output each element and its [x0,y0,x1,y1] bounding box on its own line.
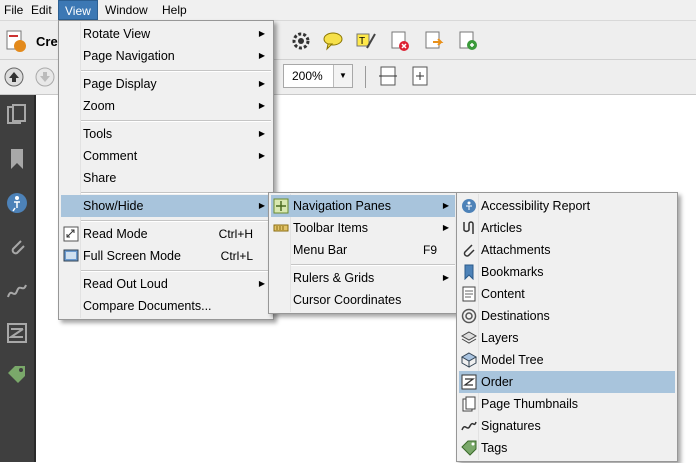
page-thumbnails-icon[interactable] [5,103,29,127]
send-document-icon[interactable] [457,30,479,52]
menu-item-page-navigation[interactable]: Page Navigation ▶ [61,45,271,67]
menu-item-order[interactable]: Order [459,371,675,393]
previous-page-icon[interactable] [3,66,25,88]
settings-icon[interactable] [290,30,312,52]
accessibility-icon [461,198,477,214]
menu-item-cursor-coordinates[interactable]: Cursor Coordinates [271,289,455,311]
menu-item-page-display[interactable]: Page Display ▶ [61,73,271,95]
menu-item-articles[interactable]: Articles [459,217,675,239]
highlight-text-icon[interactable]: T [355,30,377,52]
submenu-arrow-icon: ▶ [258,129,265,138]
submenu-arrow-icon: ▶ [258,151,265,160]
zoom-select[interactable]: 200% ▼ [283,64,353,88]
submenu-arrow-icon: ▶ [442,273,449,282]
submenu-arrow-icon: ▶ [258,51,265,60]
menu-item-show-hide[interactable]: Show/Hide ▶ [61,195,271,217]
menu-item-zoom[interactable]: Zoom ▶ [61,95,271,117]
show-hide-submenu: Navigation Panes ▶ Toolbar Items ▶ Menu Ba… [268,192,458,314]
menu-item-comment[interactable]: Comment ▶ [61,145,271,167]
paperclip-icon [461,242,477,258]
menu-item-content[interactable]: Content [459,283,675,305]
articles-icon [461,220,477,236]
sign-document-icon[interactable] [389,30,411,52]
submenu-arrow-icon: ▶ [258,279,265,288]
navigation-panes-submenu: Accessibility Report Articles Attachment… [456,192,678,462]
menu-item-menu-bar[interactable]: Menu Bar F9 [271,239,455,261]
signature-icon [461,418,477,434]
model-tree-icon [460,352,478,368]
submenu-arrow-icon: ▶ [258,79,265,88]
menu-item-share[interactable]: Share [61,167,271,189]
menu-item-tools[interactable]: Tools ▶ [61,123,271,145]
submenu-arrow-icon: ▶ [258,101,265,110]
next-page-icon[interactable] [34,66,56,88]
create-pdf-icon[interactable] [5,29,27,53]
bookmark-icon [461,264,477,281]
destinations-icon [461,308,477,324]
view-menu: Rotate View ▶ Page Navigation ▶ Page Displ… [58,20,274,320]
share-document-icon[interactable] [423,30,445,52]
accessibility-icon[interactable] [5,191,29,215]
menu-item-compare-documents[interactable]: Compare Documents... [61,295,271,317]
bookmarks-icon[interactable] [5,147,29,171]
menu-file[interactable]: File [0,0,27,20]
menu-item-rotate-view[interactable]: Rotate View ▶ [61,23,271,45]
order-icon [461,374,477,390]
full-screen-icon [63,248,79,264]
menu-item-tags[interactable]: Tags [459,437,675,459]
signatures-icon[interactable] [5,279,29,303]
toolbar-divider [365,66,366,88]
menu-item-accessibility-report[interactable]: Accessibility Report [459,195,675,217]
comment-icon[interactable] [322,30,344,52]
svg-text:T: T [359,36,365,47]
menu-item-toolbar-items[interactable]: Toolbar Items ▶ [271,217,455,239]
menu-item-destinations[interactable]: Destinations [459,305,675,327]
chevron-down-icon[interactable]: ▼ [333,65,352,87]
fit-page-icon[interactable] [409,65,431,87]
menu-item-bookmarks[interactable]: Bookmarks [459,261,675,283]
menu-help[interactable]: Help [158,0,191,20]
tags-icon[interactable] [5,363,29,387]
submenu-arrow-icon: ▶ [442,223,449,232]
zoom-value: 200% [292,69,323,83]
fit-width-icon[interactable] [377,65,399,87]
menu-item-navigation-panes[interactable]: Navigation Panes ▶ [271,195,455,217]
content-icon [461,286,477,302]
navigation-pane [0,95,36,462]
menu-item-full-screen-mode[interactable]: Full Screen Mode Ctrl+L [61,245,271,267]
menu-item-read-out-loud[interactable]: Read Out Loud ▶ [61,273,271,295]
navigation-panes-icon [273,198,289,214]
menu-item-page-thumbnails[interactable]: Page Thumbnails [459,393,675,415]
order-icon[interactable] [5,321,29,345]
menu-item-model-tree[interactable]: Model Tree [459,349,675,371]
menu-window[interactable]: Window [101,0,152,20]
page-thumbnails-icon [461,396,477,412]
submenu-arrow-icon: ▶ [258,29,265,38]
menu-item-attachments[interactable]: Attachments [459,239,675,261]
menu-item-rulers-grids[interactable]: Rulers & Grids ▶ [271,267,455,289]
submenu-arrow-icon: ▶ [442,201,449,210]
layers-icon [460,330,478,346]
submenu-arrow-icon: ▶ [258,201,265,210]
menu-item-read-mode[interactable]: Read Mode Ctrl+H [61,223,271,245]
menu-edit[interactable]: Edit [27,0,56,20]
menu-view[interactable]: View [58,0,98,20]
menu-bar: File Edit View Window Help [0,0,696,21]
read-mode-icon [63,226,79,242]
attachments-icon[interactable] [5,235,29,259]
menu-item-layers[interactable]: Layers [459,327,675,349]
tag-icon [461,440,477,456]
menu-item-signatures[interactable]: Signatures [459,415,675,437]
toolbar-items-icon [273,220,289,236]
